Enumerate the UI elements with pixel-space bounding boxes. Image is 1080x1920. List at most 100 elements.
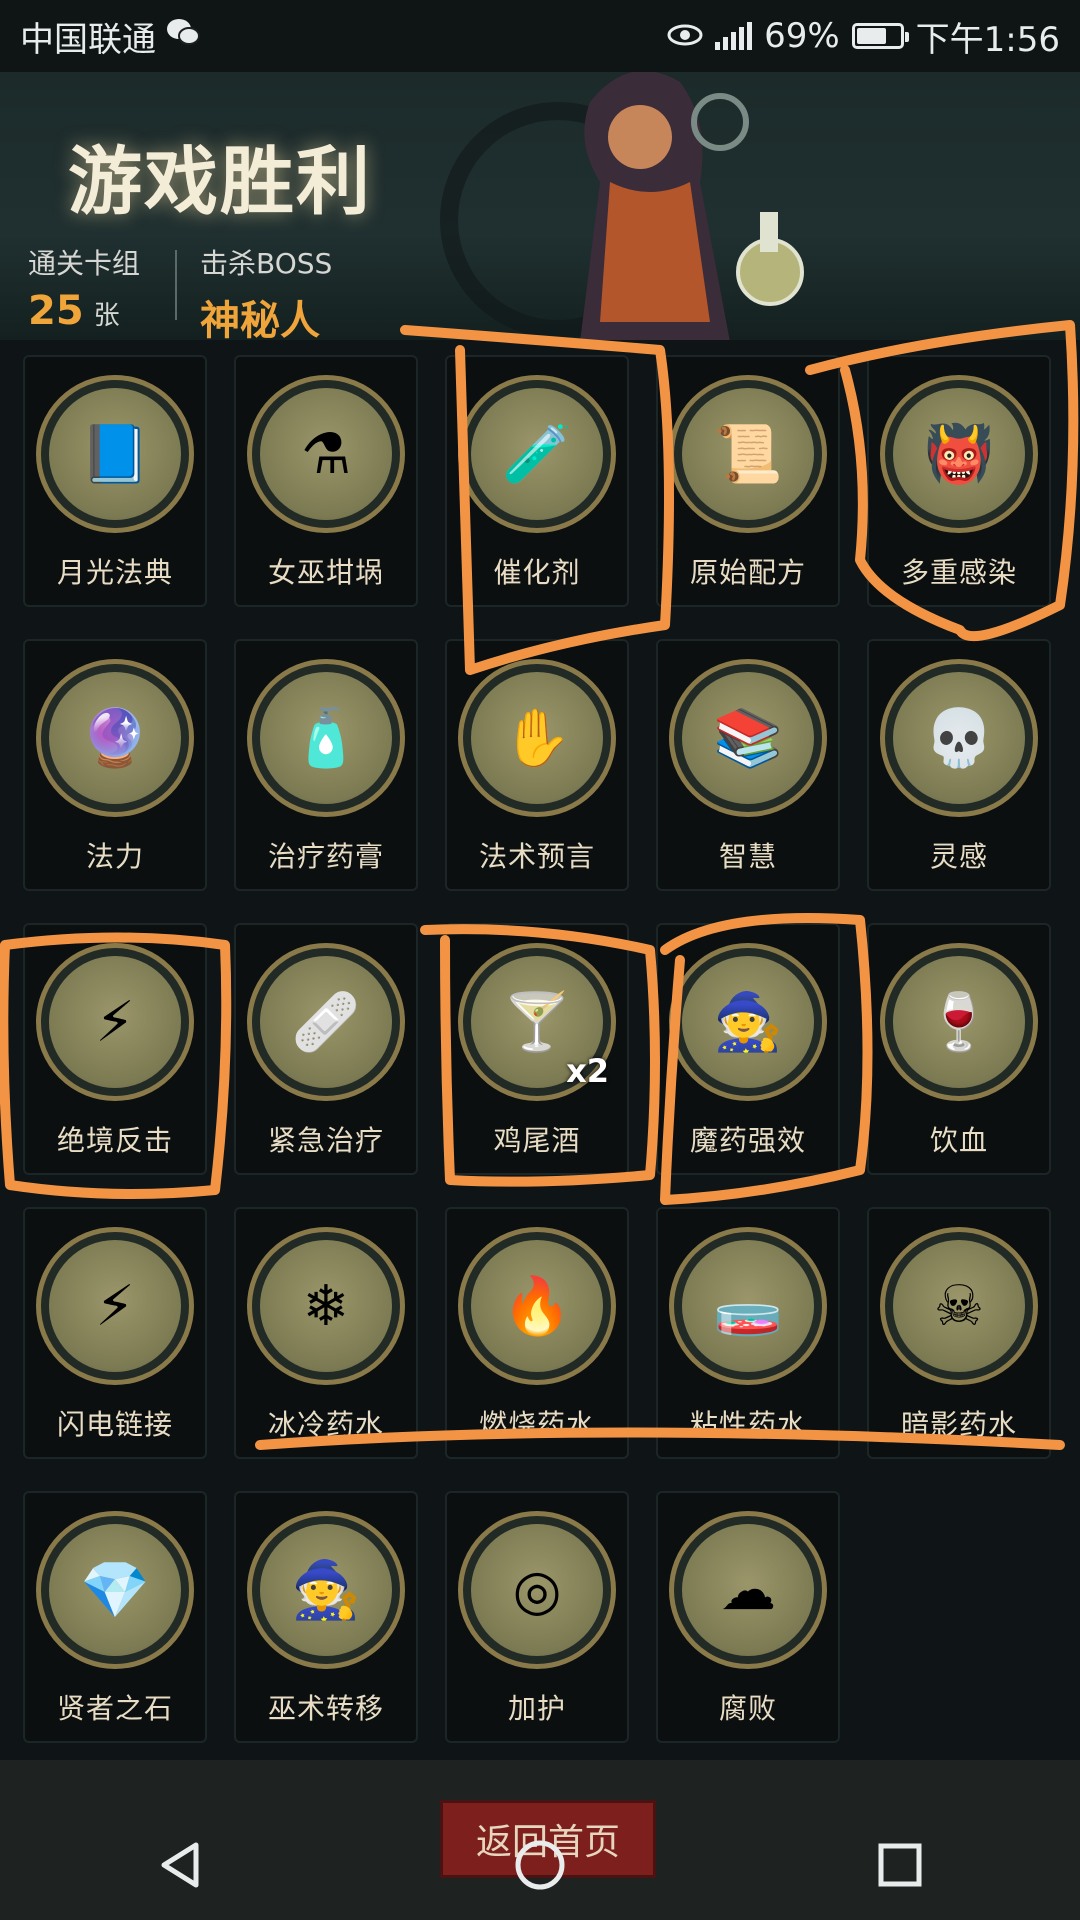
home-icon[interactable] [500, 1825, 580, 1905]
potion-boost-icon: 🧙 [682, 956, 814, 1088]
stat-divider [175, 250, 177, 320]
card-label: 女巫坩埚 [267, 556, 384, 589]
card-label: 冰冷药水 [267, 1408, 384, 1441]
multi-infection-icon: 👹 [893, 388, 1025, 520]
deck-card[interactable]: 🧙 巫术转移 [234, 1491, 418, 1743]
status-bar: 中国联通 69% 下午1:56 [0, 0, 1080, 72]
battery-percent: 69% [764, 16, 840, 56]
deck-card[interactable]: 📜 原始配方 [656, 355, 840, 607]
decay-icon: ☁ [682, 1524, 814, 1656]
deck-unit: 张 [93, 301, 120, 331]
card-medal: 🧫 [669, 1227, 827, 1385]
back-icon[interactable] [140, 1825, 220, 1905]
card-label: 鸡尾酒 [493, 1124, 581, 1157]
shield-ward-icon: ◎ [471, 1524, 603, 1656]
card-medal: ⚡ [36, 943, 194, 1101]
card-label: 绝境反击 [56, 1124, 173, 1157]
card-medal: 💀 [880, 659, 1038, 817]
card-label: 燃烧药水 [478, 1408, 595, 1441]
ice-potion-icon: ❄ [260, 1240, 392, 1372]
card-label: 闪电链接 [56, 1408, 173, 1441]
card-label: 饮血 [929, 1124, 988, 1157]
inspiration-icon: 💀 [893, 672, 1025, 804]
card-label: 月光法典 [56, 556, 173, 589]
deck-card[interactable]: ⚗ 女巫坩埚 [234, 355, 418, 607]
card-medal: 🩹 [247, 943, 405, 1101]
card-medal: 📘 [36, 375, 194, 533]
signal-icon [715, 22, 753, 50]
cauldron-icon: ⚗ [260, 388, 392, 520]
blood-drink-icon: 🍷 [893, 956, 1025, 1088]
carrier-name: 中国联通 [20, 19, 156, 60]
deck-card[interactable]: 🧙 魔药强效 [656, 923, 840, 1175]
deck-count: 25 [28, 288, 84, 334]
card-medal: ☁ [669, 1511, 827, 1669]
recents-icon[interactable] [860, 1825, 940, 1905]
card-medal: 🧴 [247, 659, 405, 817]
deck-card[interactable]: ☁ 腐败 [656, 1491, 840, 1743]
card-medal: ⚡ [36, 1227, 194, 1385]
deck-card[interactable]: 📘 月光法典 [23, 355, 207, 607]
deck-card[interactable]: 🩹 紧急治疗 [234, 923, 418, 1175]
card-medal: ❄ [247, 1227, 405, 1385]
deck-card[interactable]: ⚡ 闪电链接 [23, 1207, 207, 1459]
eye-icon [667, 16, 703, 56]
card-label: 催化剂 [493, 556, 581, 589]
card-label: 紧急治疗 [267, 1124, 384, 1157]
victory-title: 游戏胜利 [68, 139, 372, 225]
deck-card[interactable]: 🔥 燃烧药水 [445, 1207, 629, 1459]
spellbook-icon: 📘 [49, 388, 181, 520]
catalyst-icon: 🧪 [471, 388, 603, 520]
card-label: 法术预言 [478, 840, 595, 873]
card-medal: 🔮 [36, 659, 194, 817]
card-label: 粘性药水 [689, 1408, 806, 1441]
lightning-icon: ⚡ [49, 1240, 181, 1372]
card-medal: 👹 [880, 375, 1038, 533]
deck-card[interactable]: 👹 多重感染 [867, 355, 1051, 607]
card-label: 灵感 [929, 840, 988, 873]
boss-name: 神秘人 [200, 298, 320, 340]
card-label: 巫术转移 [267, 1692, 384, 1725]
card-medal: 🧙 [247, 1511, 405, 1669]
deck-card[interactable]: 🔮 法力 [23, 639, 207, 891]
wisdom-icon: 📚 [682, 672, 814, 804]
system-nav-bar [0, 1810, 1080, 1920]
card-count-badge: x2 [566, 1052, 609, 1090]
deck-stat: 通关卡组 25 张 [28, 242, 140, 334]
deck-card[interactable]: 🧪 催化剂 [445, 355, 629, 607]
deck-card[interactable]: ◎ 加护 [445, 1491, 629, 1743]
card-medal: 💎 [36, 1511, 194, 1669]
card-label: 法力 [85, 840, 144, 873]
first-aid-icon: 🩹 [260, 956, 392, 1088]
deck-card[interactable]: ✋ 法术预言 [445, 639, 629, 891]
card-label: 多重感染 [900, 556, 1017, 589]
deck-card[interactable]: 💀 灵感 [867, 639, 1051, 891]
boss-label: 击杀BOSS [200, 247, 333, 280]
deck-card[interactable]: 🍸 x2 鸡尾酒 [445, 923, 629, 1175]
deck-card[interactable]: ⚡ 绝境反击 [23, 923, 207, 1175]
deck-card[interactable]: 💎 贤者之石 [23, 1491, 207, 1743]
card-label: 魔药强效 [689, 1124, 806, 1157]
card-label: 智慧 [718, 840, 777, 873]
ointment-icon: 🧴 [260, 672, 392, 804]
deck-card[interactable]: 🍷 饮血 [867, 923, 1051, 1175]
wechat-icon [166, 16, 200, 56]
deck-card[interactable]: 🧫 粘性药水 [656, 1207, 840, 1459]
card-label: 贤者之石 [56, 1692, 173, 1725]
card-medal: 📜 [669, 375, 827, 533]
counterattack-icon: ⚡ [49, 956, 181, 1088]
card-medal: ⚗ [247, 375, 405, 533]
boss-stat: 击杀BOSS 神秘人 [200, 242, 332, 340]
card-label: 加护 [507, 1692, 566, 1725]
deck-card[interactable]: 🧴 治疗药膏 [234, 639, 418, 891]
card-medal: 🍷 [880, 943, 1038, 1101]
deck-card[interactable]: 📚 智慧 [656, 639, 840, 891]
deck-card[interactable]: ☠ 暗影药水 [867, 1207, 1051, 1459]
sticky-potion-icon: 🧫 [682, 1240, 814, 1372]
card-medal: ◎ [458, 1511, 616, 1669]
wizard-transfer-icon: 🧙 [260, 1524, 392, 1656]
deck-card[interactable]: ❄ 冰冷药水 [234, 1207, 418, 1459]
alchemist-character-art [580, 72, 804, 340]
philosopher-stone-icon: 💎 [49, 1524, 181, 1656]
card-medal: ☠ [880, 1227, 1038, 1385]
